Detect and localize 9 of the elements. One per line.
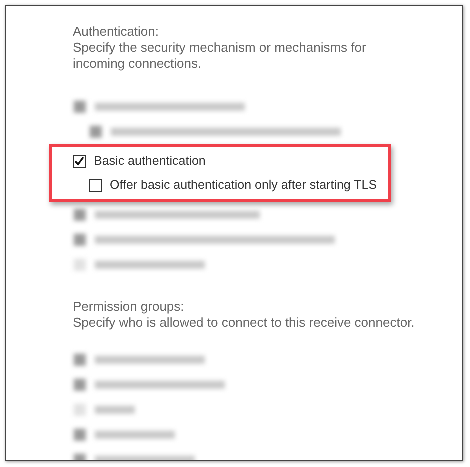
section-title: Permission groups: (73, 299, 186, 315)
section-description: Specify who is allowed to connect to this receive connector. (73, 315, 416, 331)
section-title: Authentication: (73, 24, 160, 40)
checkmark-icon (74, 156, 85, 166)
checkbox[interactable] (73, 154, 86, 168)
checkbox-label: Offer basic authentication only after starting TLS (110, 176, 378, 194)
checkbox-label: Basic authentication (94, 152, 206, 170)
section-description: Specify the security mechanism or mechanisms for incoming connections. (73, 40, 368, 72)
checkbox[interactable] (89, 178, 102, 192)
